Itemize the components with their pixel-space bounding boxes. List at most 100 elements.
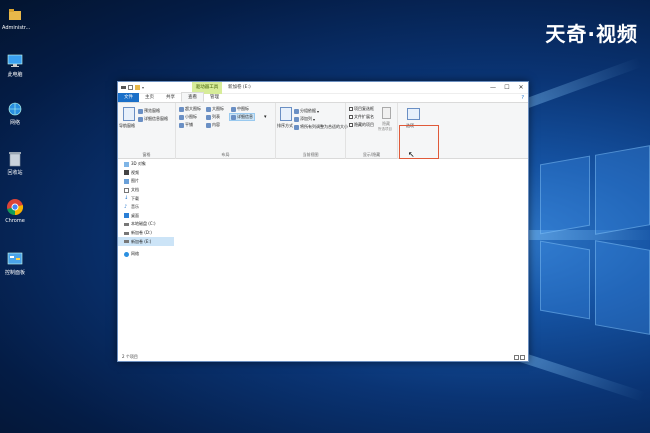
file-extensions-toggle[interactable]: 文件扩展名 bbox=[349, 114, 374, 120]
layout-medium-icons[interactable]: 中图标 bbox=[231, 106, 249, 112]
group-by-icon bbox=[294, 108, 299, 114]
navigation-pane-button[interactable]: 导航窗格 bbox=[119, 123, 135, 129]
tab-share[interactable]: 共享 bbox=[160, 93, 181, 102]
details-pane-button[interactable]: 详细信息窗格 bbox=[138, 116, 168, 122]
chrome-icon bbox=[6, 198, 24, 216]
fit-columns-icon bbox=[294, 124, 299, 130]
watermark: 天奇·视频 bbox=[545, 22, 638, 46]
preview-pane-icon bbox=[138, 108, 143, 114]
music-icon: ♪ bbox=[124, 203, 128, 210]
nav-item-label: 下载 bbox=[131, 195, 139, 201]
group-label: 当前视图 bbox=[302, 152, 319, 157]
wallpaper-pane bbox=[540, 155, 590, 235]
control-panel-icon bbox=[6, 250, 24, 268]
fit-columns-label: 将所有列调整为合适的大小 bbox=[300, 124, 348, 129]
group-by-button[interactable]: 分组依据 ▾ bbox=[294, 108, 319, 114]
nav-item-downloads[interactable]: ↓ 下载 bbox=[118, 194, 174, 203]
layout-more-icon[interactable]: ▾ bbox=[264, 114, 267, 120]
download-icon: ↓ bbox=[124, 195, 129, 202]
group-label: 窗格 bbox=[142, 152, 151, 157]
help-icon[interactable]: ? bbox=[521, 95, 524, 101]
layout-tiles[interactable]: 平铺 bbox=[179, 122, 193, 128]
nav-item-videos[interactable]: 视频 bbox=[118, 169, 174, 178]
sort-by-button[interactable]: 排序方式 bbox=[277, 123, 293, 129]
checkbox[interactable] bbox=[349, 107, 353, 111]
nav-item-desktop[interactable]: 桌面 bbox=[118, 212, 174, 221]
details-icon bbox=[231, 114, 236, 120]
nav-item-label: 3D 对象 bbox=[131, 161, 146, 167]
details-view-icon[interactable] bbox=[514, 355, 519, 360]
drive-icon[interactable] bbox=[121, 86, 126, 89]
nav-item-drive-c[interactable]: 本地磁盘 (C:) bbox=[118, 220, 174, 229]
list-icon bbox=[206, 114, 211, 120]
nav-item-documents[interactable]: 文档 bbox=[118, 186, 174, 195]
documents-icon bbox=[124, 187, 129, 193]
desktop-icon-chrome[interactable]: Chrome bbox=[2, 198, 28, 224]
layout-list[interactable]: 列表 bbox=[206, 114, 220, 120]
nav-item-label: 视频 bbox=[131, 169, 139, 175]
layout-content[interactable]: 内容 bbox=[206, 122, 220, 128]
add-columns-icon bbox=[294, 116, 299, 122]
add-columns-button[interactable]: 添加列 ▾ bbox=[294, 116, 315, 122]
file-explorer-window: ▾ 驱动器工具 新加卷 (E:) — ☐ ✕ 文件 主页 共享 查看 管理 ? … bbox=[117, 81, 529, 362]
layout-details[interactable]: 详细信息 bbox=[229, 113, 255, 121]
layout-label: 平铺 bbox=[185, 122, 193, 127]
details-pane-label: 详细信息窗格 bbox=[144, 116, 168, 121]
layout-large-icons[interactable]: 大图标 bbox=[206, 106, 224, 112]
nav-item-music[interactable]: ♪ 音乐 bbox=[118, 203, 174, 212]
group-by-label: 分组依据 bbox=[300, 108, 316, 113]
wallpaper-pane bbox=[595, 240, 650, 335]
nav-item-network[interactable]: 网络 bbox=[118, 250, 174, 259]
layout-small-icons[interactable]: 小图标 bbox=[179, 114, 197, 120]
tab-manage[interactable]: 管理 bbox=[204, 93, 225, 102]
nav-item-drive-e[interactable]: 新加卷 (E:) bbox=[118, 237, 174, 246]
computer-icon bbox=[6, 52, 24, 70]
nav-item-label: 桌面 bbox=[131, 212, 139, 218]
navigation-pane-icon bbox=[123, 107, 135, 121]
close-button[interactable]: ✕ bbox=[514, 82, 528, 94]
ribbon-tabs: 文件 主页 共享 查看 管理 ? bbox=[118, 92, 528, 103]
tab-home[interactable]: 主页 bbox=[139, 93, 160, 102]
sort-icon bbox=[280, 107, 292, 121]
drive-icon bbox=[124, 240, 129, 244]
desktop-icon-administrator[interactable]: Administr... bbox=[2, 5, 30, 31]
group-panes: 导航窗格 预览窗格 详细信息窗格 窗格 bbox=[118, 103, 176, 159]
large-icons-view-icon[interactable] bbox=[520, 355, 525, 360]
checkbox[interactable] bbox=[349, 115, 353, 119]
pictures-icon bbox=[124, 178, 129, 184]
content-icon bbox=[206, 122, 211, 128]
layout-extra-large-icons[interactable]: 超大图标 bbox=[179, 106, 201, 112]
navigation-pane: 3D 对象 视频 图片 文档 ↓ 下载 ♪ 音乐 桌面 本地磁盘 (C:) 新加卷 … bbox=[118, 160, 174, 347]
checkbox[interactable] bbox=[349, 123, 353, 127]
tiles-icon bbox=[179, 122, 184, 128]
status-view-buttons bbox=[514, 355, 525, 360]
group-label: 显示/隐藏 bbox=[362, 152, 381, 157]
desktop-icon-network[interactable]: 网络 bbox=[2, 100, 28, 126]
tab-file[interactable]: 文件 bbox=[118, 93, 139, 102]
tab-view[interactable]: 查看 bbox=[181, 92, 204, 102]
desktop-icon-this-pc[interactable]: 此电脑 bbox=[2, 52, 28, 78]
network-icon bbox=[6, 100, 24, 118]
nav-item-drive-d[interactable]: 新加卷 (D:) bbox=[118, 229, 174, 238]
nav-item-3d-objects[interactable]: 3D 对象 bbox=[118, 160, 174, 169]
item-checkboxes-toggle[interactable]: 项目复选框 bbox=[349, 106, 374, 112]
nav-item-label: 本地磁盘 (C:) bbox=[131, 221, 156, 227]
chevron-down-icon[interactable]: ▾ bbox=[142, 85, 145, 90]
drive-icon bbox=[124, 222, 129, 226]
ribbon-view: 导航窗格 预览窗格 详细信息窗格 窗格 超大图标 大图标 中图标 小图标 列表 … bbox=[118, 103, 528, 159]
hidden-items-toggle[interactable]: 隐藏的项目 bbox=[349, 122, 374, 128]
desktop-icon-recycle-bin[interactable]: 回收站 bbox=[2, 150, 28, 176]
user-folder-icon bbox=[6, 5, 24, 23]
new-folder-icon[interactable] bbox=[135, 85, 140, 90]
layout-label: 小图标 bbox=[185, 114, 197, 119]
properties-icon[interactable] bbox=[128, 85, 133, 90]
hide-selected-icon bbox=[382, 107, 391, 119]
nav-item-pictures[interactable]: 图片 bbox=[118, 177, 174, 186]
minimize-button[interactable]: — bbox=[486, 82, 500, 94]
maximize-button[interactable]: ☐ bbox=[500, 82, 514, 94]
fit-columns-button[interactable]: 将所有列调整为合适的大小 bbox=[294, 124, 348, 130]
wallpaper-pane bbox=[595, 145, 650, 235]
group-label: 布局 bbox=[221, 152, 230, 157]
preview-pane-button[interactable]: 预览窗格 bbox=[138, 108, 160, 114]
desktop-icon-control-panel[interactable]: 控制面板 bbox=[2, 250, 28, 276]
